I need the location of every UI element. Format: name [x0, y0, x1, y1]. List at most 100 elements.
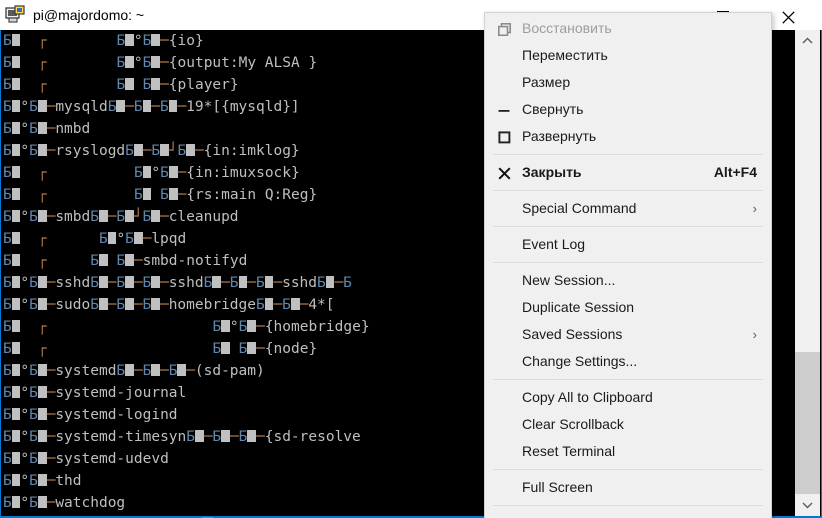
- mojibake-letter-glyph: Б: [212, 429, 222, 445]
- menu-item-saved-sessions[interactable]: Saved Sessions ›: [485, 321, 771, 348]
- box-drawing-glyph: ─: [273, 275, 283, 291]
- mojibake-letter-glyph: Б: [151, 143, 161, 159]
- mojibake-block-glyph: [151, 34, 161, 46]
- menu-item-full-screen[interactable]: Full Screen: [485, 474, 771, 501]
- box-drawing-glyph: ┌: [37, 187, 47, 203]
- mojibake-block-glyph: [37, 386, 47, 398]
- mojibake-block-glyph: [125, 276, 134, 288]
- mojibake-letter-glyph: Б: [3, 121, 12, 137]
- box-drawing-glyph: ─: [133, 297, 143, 313]
- menu-item-change-settings[interactable]: Change Settings...: [485, 348, 771, 375]
- mojibake-block-glyph: [151, 364, 160, 376]
- menu-item-help[interactable]: Help: [485, 510, 771, 518]
- box-drawing-glyph: ┌: [37, 231, 47, 247]
- mojibake-letter-glyph: Б: [238, 319, 248, 335]
- menu-separator: [493, 262, 763, 263]
- box-drawing-glyph: ─: [159, 275, 169, 291]
- box-drawing-glyph: ─: [46, 143, 56, 159]
- menu-item-size[interactable]: Размер: [485, 69, 771, 96]
- terminal-scrollbar[interactable]: [795, 30, 820, 516]
- mojibake-letter-glyph: Б: [282, 297, 291, 313]
- box-drawing-glyph: ─: [159, 297, 169, 313]
- putty-window: pi@majordomo: ~ Б ┌ Б °Б ─{io} Б ┌ Б °Б ─{out…: [0, 0, 822, 518]
- menu-item-restore: Восстановить: [485, 15, 771, 42]
- mojibake-letter-glyph: Б: [168, 363, 178, 379]
- scrollbar-up-arrow[interactable]: [795, 30, 820, 52]
- mojibake-letter-glyph: Б: [142, 77, 152, 93]
- mojibake-block-glyph: [151, 78, 161, 90]
- mojibake-letter-glyph: Б: [3, 275, 12, 291]
- menu-item-label: Размер: [522, 74, 571, 90]
- menu-item-close[interactable]: Закрыть Alt+F4: [485, 159, 771, 186]
- mojibake-letter-glyph: Б: [116, 55, 126, 71]
- mojibake-block-glyph: [37, 408, 47, 420]
- menu-item-label: Saved Sessions: [522, 326, 623, 342]
- mojibake-block-glyph: [177, 364, 187, 376]
- mojibake-block-glyph: [37, 144, 47, 156]
- mojibake-letter-glyph: Б: [177, 143, 187, 159]
- menu-item-move[interactable]: Переместить: [485, 42, 771, 69]
- chevron-right-icon: ›: [752, 201, 757, 216]
- menu-item-label: Copy All to Clipboard: [522, 389, 653, 405]
- mojibake-letter-glyph: Б: [3, 363, 12, 379]
- menu-item-label: Special Command: [522, 200, 637, 216]
- scrollbar-down-arrow[interactable]: [795, 494, 820, 516]
- box-drawing-glyph: ─: [177, 99, 187, 115]
- menu-item-clear-scrollback[interactable]: Clear Scrollback: [485, 411, 771, 438]
- menu-item-label: Свернуть: [522, 101, 584, 117]
- menu-item-minimize[interactable]: Свернуть: [485, 96, 771, 123]
- box-drawing-glyph: ─: [247, 275, 256, 291]
- box-drawing-glyph: ─: [160, 55, 169, 71]
- mojibake-letter-glyph: Б: [125, 231, 134, 247]
- mojibake-letter-glyph: Б: [3, 429, 12, 445]
- mojibake-letter-glyph: Б: [3, 33, 12, 49]
- menu-item-label: Event Log: [522, 236, 586, 252]
- mojibake-letter-glyph: Б: [29, 473, 38, 489]
- mojibake-block-glyph: [125, 254, 134, 266]
- menu-separator: [493, 379, 763, 380]
- minimize-icon: [495, 96, 513, 123]
- mojibake-block-glyph: [238, 276, 248, 288]
- scrollbar-thumb[interactable]: [795, 352, 820, 494]
- box-drawing-glyph: ┌: [37, 33, 47, 49]
- mojibake-letter-glyph: Б: [160, 165, 169, 181]
- menu-item-special-command[interactable]: Special Command ›: [485, 195, 771, 222]
- box-drawing-glyph: ─: [125, 99, 134, 115]
- box-drawing-glyph: ┌: [37, 165, 47, 181]
- mojibake-letter-glyph: Б: [29, 297, 38, 313]
- box-drawing-glyph: ┌: [37, 77, 47, 93]
- mojibake-letter-glyph: Б: [116, 77, 126, 93]
- box-drawing-glyph: ┌: [37, 55, 47, 71]
- menu-item-label: Закрыть: [522, 164, 582, 180]
- box-drawing-glyph: ─: [221, 275, 230, 291]
- mojibake-letter-glyph: Б: [3, 341, 12, 357]
- menu-item-event-log[interactable]: Event Log: [485, 231, 771, 258]
- box-drawing-glyph: ─: [186, 363, 195, 379]
- shell-prompt: pi@majordomo:~ $: [1, 494, 213, 518]
- mojibake-letter-glyph: Б: [142, 209, 152, 225]
- mojibake-letter-glyph: Б: [186, 429, 195, 445]
- menu-item-maximize[interactable]: Развернуть: [485, 123, 771, 150]
- menu-item-reset-terminal[interactable]: Reset Terminal: [485, 438, 771, 465]
- mojibake-letter-glyph: Б: [3, 407, 12, 423]
- menu-item-copy-all-to-clipboard[interactable]: Copy All to Clipboard: [485, 384, 771, 411]
- menu-item-duplicate-session[interactable]: Duplicate Session: [485, 294, 771, 321]
- box-drawing-glyph: ─: [256, 319, 265, 335]
- mojibake-letter-glyph: Б: [160, 187, 169, 203]
- menu-item-new-session[interactable]: New Session...: [485, 267, 771, 294]
- mojibake-letter-glyph: Б: [116, 363, 126, 379]
- menu-item-label: Переместить: [522, 47, 608, 63]
- mojibake-block-glyph: [37, 210, 47, 222]
- system-context-menu[interactable]: Восстановить Переместить Размер Свернуть Раз…: [484, 12, 772, 518]
- box-drawing-glyph: ─: [133, 363, 143, 379]
- box-drawing-glyph: ─: [273, 297, 283, 313]
- mojibake-block-glyph: [133, 144, 143, 156]
- mojibake-letter-glyph: Б: [343, 275, 352, 291]
- box-drawing-glyph: ─: [46, 99, 56, 115]
- mojibake-letter-glyph: Б: [256, 297, 265, 313]
- menu-separator: [493, 469, 763, 470]
- mojibake-letter-glyph: Б: [142, 297, 152, 313]
- mojibake-letter-glyph: Б: [90, 209, 99, 225]
- box-drawing-glyph: ─: [133, 253, 143, 269]
- mojibake-block-glyph: [221, 342, 230, 354]
